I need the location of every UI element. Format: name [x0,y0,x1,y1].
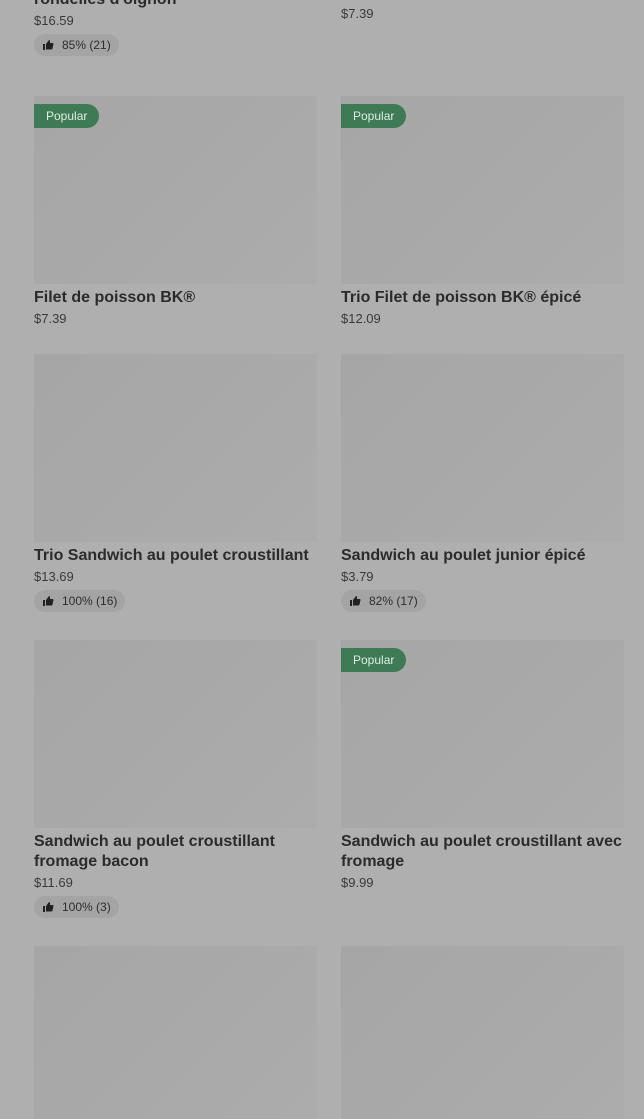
item-name: Trio Filet de poisson BK® épicé [341,289,582,306]
menu-item-card[interactable]: Trio Sandwich au poulet croustillant $13… [34,354,317,612]
item-name: Sandwich au poulet croustillant fromage … [34,833,275,870]
item-image [34,946,317,1119]
item-name: rondelles d'oignon [34,0,317,10]
item-price: $16.59 [34,13,74,28]
item-price: $9.99 [341,875,374,890]
item-image [341,354,624,542]
item-price: $3.79 [341,569,374,584]
item-price: $7.39 [34,311,67,326]
thumbs-up-icon [350,596,361,606]
popular-badge: Popular [341,104,407,128]
thumbs-up-icon [43,596,54,606]
menu-item-card[interactable]: Popular Trio Filet de poisson BK® épicé … [341,96,624,327]
rating-text: 100% (16) [62,594,118,608]
item-price: $12.09 [341,311,381,326]
item-image: Popular [341,640,624,828]
item-image [34,354,317,542]
menu-item-card[interactable]: Popular Filet de poisson BK® $7.39 [34,96,317,327]
rating-text: 82% (17) [369,594,418,608]
item-name: Trio Sandwich au poulet croustillant [34,547,309,564]
menu-item-card[interactable]: Sandwich au poulet croustillant fromage … [34,640,317,918]
item-price: $11.69 [34,875,73,890]
item-image [341,946,624,1119]
rating-text: 100% (3) [62,900,111,914]
menu-item-card[interactable]: Sandwich au poulet junior épicé $3.79 82… [341,354,624,612]
top-row: rondelles d'oignon $16.59 85% (21) $7.39 [34,0,624,76]
menu-item-card[interactable]: Popular Sandwich au poulet croustillant … [341,640,624,891]
rating-badge: 100% (3) [34,896,119,918]
popular-badge: Popular [34,104,100,128]
item-image [34,640,317,828]
rating-text: 85% (21) [62,38,111,52]
item-name: Sandwich au poulet junior épicé [341,547,586,564]
item-price: $13.69 [34,569,74,584]
menu-item-card[interactable] [34,946,317,1119]
popular-badge: Popular [341,648,407,672]
menu-item-card[interactable] [341,946,624,1119]
item-image: Popular [341,96,624,284]
menu-page: rondelles d'oignon $16.59 85% (21) $7.39… [0,0,644,1119]
item-name: Sandwich au poulet croustillant avec fro… [341,833,622,870]
rating-badge: 100% (16) [34,590,126,612]
menu-item-card[interactable]: rondelles d'oignon $16.59 85% (21) [34,0,317,56]
item-image: Popular [34,96,317,284]
item-name: Filet de poisson BK® [34,289,196,306]
menu-item-card[interactable]: $7.39 [341,0,624,22]
thumbs-up-icon [43,40,54,50]
rating-badge: 85% (21) [34,34,119,56]
rating-badge: 82% (17) [341,590,426,612]
item-price: $7.39 [341,6,374,21]
thumbs-up-icon [43,902,54,912]
